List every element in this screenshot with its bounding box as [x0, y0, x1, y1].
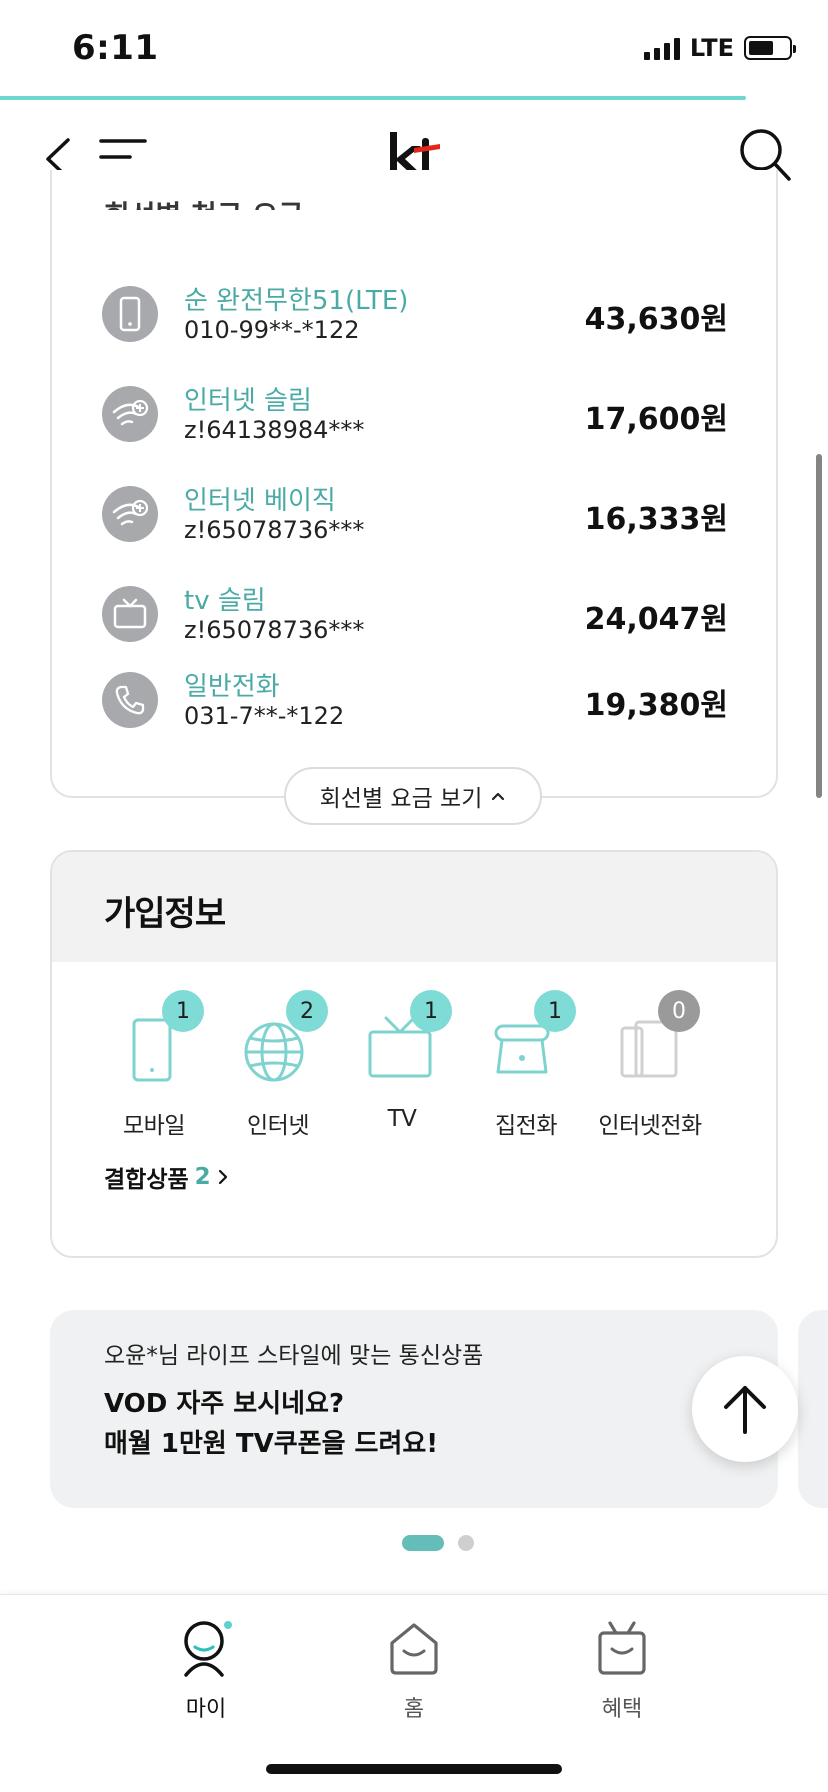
product-tv[interactable]: 1 TV: [342, 990, 462, 1152]
product-mobile[interactable]: 1 모바일: [94, 990, 214, 1152]
bundle-products-link[interactable]: 결합상품 2: [104, 1160, 229, 1194]
line-plan-name: tv 슬림: [184, 586, 266, 616]
tab-my[interactable]: 마이: [146, 1619, 266, 1729]
bottom-tab-bar: 마이 홈 혜택: [0, 1594, 828, 1792]
line-number: z!65078736***: [184, 516, 365, 544]
chevron-right-icon: [218, 1169, 227, 1185]
bundle-count: 2: [194, 1164, 211, 1190]
line-price: 16,333원: [584, 502, 728, 537]
bundle-label: 결합상품: [104, 1167, 189, 1193]
home-indicator[interactable]: [266, 1764, 562, 1774]
line-plan-name: 일반전화: [184, 672, 280, 702]
view-line-bill-toggle-button[interactable]: 회선별 요금 보기: [284, 767, 542, 825]
bill-section-title: 회선별 청구 요금: [104, 194, 304, 210]
line-price: 17,600원: [584, 402, 728, 437]
line-row[interactable]: 순 완전무한51(LTE) 010-99**-*122 43,630원: [102, 280, 728, 366]
line-row[interactable]: 인터넷 슬림 z!64138984*** 17,600원: [102, 380, 728, 466]
tab-label: 마이: [185, 1697, 227, 1722]
product-count-badge: 2: [286, 990, 328, 1032]
app-screen: 6:11 LTE 순 완전무한51(LTE) 010-99**-*122 43,…: [0, 0, 828, 1792]
line-price: 24,047원: [584, 602, 728, 637]
line-number: z!64138984***: [184, 416, 365, 444]
telephone-icon: [102, 672, 158, 728]
status-bar: 6:11 LTE: [0, 0, 828, 96]
line-number: z!65078736***: [184, 616, 365, 644]
line-row[interactable]: 인터넷 베이직 z!65078736*** 16,333원: [102, 480, 728, 566]
line-plan-name: 인터넷 슬림: [184, 386, 312, 416]
product-count-badge: 0: [658, 990, 700, 1032]
scroll-to-top-button[interactable]: [692, 1356, 798, 1462]
status-indicators: LTE: [643, 34, 796, 62]
my-icon: [184, 1621, 232, 1677]
product-label: TV: [387, 1106, 417, 1132]
product-label: 모바일: [123, 1113, 185, 1139]
chevron-up-icon: [492, 792, 505, 801]
signal-icon: [643, 36, 680, 60]
subscription-info-card: 가입정보 1 모바일 2 인터넷 1 TV 1 집전화 0 인터넷전화 결합상품…: [50, 850, 778, 1258]
line-row[interactable]: 일반전화 031-7**-*122 19,380원: [102, 666, 728, 752]
battery-icon: [744, 36, 796, 60]
product-home-phone[interactable]: 1 집전화: [466, 990, 586, 1152]
line-number: 010-99**-*122: [184, 316, 360, 344]
line-bill-card: 회선별 청구 요금 순 완전무한51(LTE) 010-99**-*122 43…: [50, 170, 778, 798]
phone-icon: [102, 286, 158, 342]
line-price: 43,630원: [584, 302, 728, 337]
tab-home[interactable]: 홈: [354, 1619, 474, 1729]
promo-title: VOD 자주 보시네요? 매월 1만원 TV쿠폰을 드려요!: [104, 1384, 438, 1464]
toggle-label: 회선별 요금 보기: [319, 786, 483, 812]
promo-card[interactable]: 오윤*님 라이프 스타일에 맞는 통신상품 VOD 자주 보시네요? 매월 1만…: [50, 1310, 778, 1508]
line-plan-name: 인터넷 베이직: [184, 486, 336, 516]
product-count-badge: 1: [162, 990, 204, 1032]
subscription-title: 가입정보: [104, 894, 226, 934]
product-label: 집전화: [495, 1113, 557, 1139]
line-row[interactable]: tv 슬림 z!65078736*** 24,047원: [102, 580, 728, 666]
carousel-pagination: [402, 1535, 474, 1551]
tab-label: 혜택: [601, 1697, 643, 1722]
product-internet[interactable]: 2 인터넷: [218, 990, 338, 1152]
line-plan-name: 순 완전무한51(LTE): [184, 286, 409, 316]
subscription-header: 가입정보: [52, 852, 776, 962]
promo-subtitle: 오윤*님 라이프 스타일에 맞는 통신상품: [104, 1343, 484, 1369]
arrow-up-icon: [724, 1386, 766, 1434]
page-load-progress: [0, 96, 746, 100]
product-count-badge: 1: [410, 990, 452, 1032]
product-count-badge: 1: [534, 990, 576, 1032]
carousel-dot[interactable]: [458, 1535, 474, 1551]
line-number: 031-7**-*122: [184, 702, 345, 730]
network-label: LTE: [689, 34, 734, 62]
product-label: 인터넷전화: [598, 1113, 702, 1139]
line-price: 19,380원: [584, 688, 728, 723]
tab-label: 홈: [403, 1697, 425, 1722]
product-label: 인터넷: [247, 1113, 309, 1139]
wifi-plus-icon: [102, 386, 158, 442]
status-time: 6:11: [72, 28, 159, 68]
promo-title-line2: 매월 1만원 TV쿠폰을 드려요!: [104, 1429, 439, 1459]
carousel-dot-active[interactable]: [402, 1535, 444, 1551]
home-icon: [390, 1623, 438, 1675]
tab-benefits[interactable]: 혜택: [562, 1619, 682, 1729]
wifi-plus-icon: [102, 486, 158, 542]
tv-icon: [102, 586, 158, 642]
gift-icon: [598, 1621, 646, 1675]
next-promo-card-peek[interactable]: [798, 1310, 828, 1508]
scrollbar[interactable]: [816, 454, 822, 798]
promo-title-line1: VOD 자주 보시네요?: [104, 1389, 345, 1419]
product-internet-phone[interactable]: 0 인터넷전화: [590, 990, 710, 1152]
